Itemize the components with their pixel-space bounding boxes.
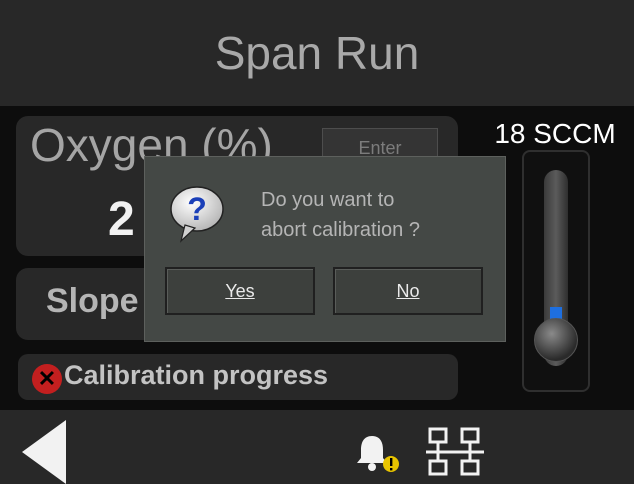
dialog-message-line-2: abort calibration ? [261,219,420,241]
yes-button-label: Yes [225,281,255,301]
bell-icon[interactable] [352,430,402,474]
oxygen-value: 2 [108,193,135,246]
footer-bar [0,410,634,484]
page-title: Span Run [214,27,420,79]
back-icon[interactable] [22,420,66,484]
flow-slider[interactable] [522,150,590,392]
slope-label: Slope [46,282,139,320]
no-button[interactable]: No [333,267,483,315]
slider-knob[interactable] [534,318,578,362]
svg-text:?: ? [187,191,207,227]
yes-button[interactable]: Yes [165,267,315,315]
question-icon: ? [170,186,224,243]
error-icon: ✕ [32,364,62,394]
no-button-label: No [396,281,420,301]
calibration-progress-panel: ✕ Calibration progress [18,354,458,400]
flow-rate-label: 18 SCCM [494,118,616,149]
network-icon[interactable] [424,426,486,478]
dialog-message: Do you want to abort calibration ? [261,185,491,245]
dialog-message-line-1: Do you want to [261,189,395,211]
confirm-dialog: ? Do you want to abort calibration ? Yes… [144,156,506,342]
calibration-progress-label: Calibration progress [64,360,329,390]
